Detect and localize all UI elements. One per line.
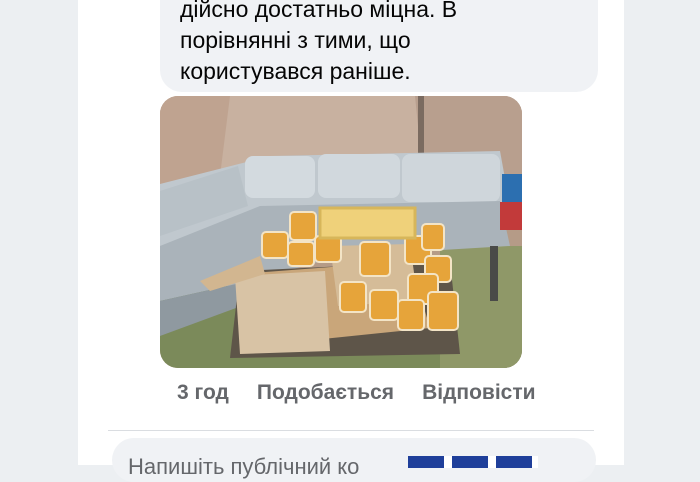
like-button[interactable]: Подобається	[257, 381, 394, 405]
reply-button[interactable]: Відповісти	[422, 381, 535, 405]
overlay-banner	[408, 456, 538, 468]
divider	[108, 430, 594, 431]
comment-bubble[interactable]: дійсно достатньо міцна. В порівнянні з т…	[160, 0, 598, 92]
comment-timestamp[interactable]: 3 год	[177, 381, 229, 405]
comment-thread: дійсно достатньо міцна. В порівнянні з т…	[78, 0, 624, 482]
photo-image	[160, 96, 522, 368]
comment-actions: 3 год Подобається Відповісти	[177, 378, 536, 408]
comment-photo[interactable]	[160, 96, 522, 368]
comment-text: дійсно достатньо міцна. В порівнянні з т…	[180, 0, 458, 84]
